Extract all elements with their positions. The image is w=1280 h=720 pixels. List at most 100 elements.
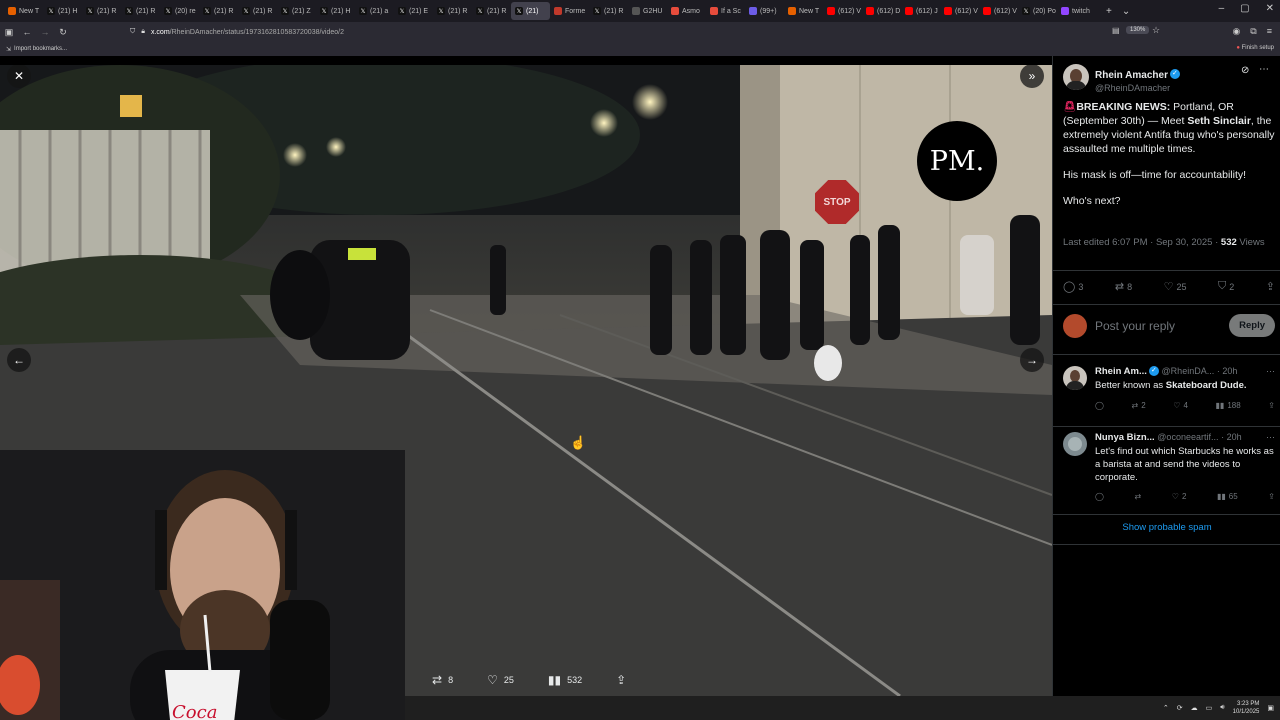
browser-tab[interactable]: New T [4,2,43,20]
reply-time[interactable]: · 20h [1221,432,1242,442]
close-window-button[interactable]: ✕ [1266,3,1274,14]
browser-tab[interactable]: 𝕏 (21) R [472,2,511,20]
browser-tab[interactable]: Asmo [667,2,706,20]
author-handle[interactable]: @RheinDAmacher [1095,83,1180,93]
reply-item[interactable]: Rhein Am... ✓ @RheinDA... · 20h ⋯ Better … [1063,366,1275,422]
reply-share-button[interactable]: ⇪ [1268,492,1275,501]
show-probable-spam-link[interactable]: Show probable spam [1053,522,1280,533]
finish-setup-button[interactable]: ● Finish setup [1236,45,1274,51]
back-button[interactable]: ← [18,27,36,37]
reply-action[interactable]: ◯ 3 [1063,280,1083,293]
browser-tab[interactable]: 𝕏 (21) R [199,2,238,20]
browser-tab[interactable]: 𝕏 (21) R [238,2,277,20]
author-name[interactable]: Rhein Amacher [1095,70,1168,81]
browser-tab[interactable]: 𝕏 (20) Po [1018,2,1057,20]
author-avatar[interactable] [1063,64,1089,90]
browser-tab[interactable]: (612) J [901,2,940,20]
browser-tab[interactable]: (612) V [979,2,1018,20]
reply-like-button[interactable]: ♡ 2 [1172,492,1187,501]
collapse-panel-button[interactable]: » [1020,65,1044,88]
my-avatar[interactable] [1063,314,1087,338]
browser-tab[interactable]: 𝕏 (20) re [160,2,199,20]
reply-retweet-button[interactable]: ⇄ 2 [1132,401,1146,410]
browser-tab[interactable]: 𝕏 (21) R [433,2,472,20]
next-media-button[interactable]: → [1020,348,1044,372]
retweet-button[interactable]: ⇄ 8 [432,673,453,687]
account-icon[interactable]: ◉ [1232,26,1240,37]
menu-icon[interactable]: ≡ [1267,26,1272,37]
zoom-level[interactable]: 130% [1126,26,1150,34]
browser-tab[interactable]: 𝕏 (21) Z [277,2,316,20]
reply-button[interactable]: Reply [1229,314,1275,337]
browser-tab[interactable]: twitch [1057,2,1096,20]
browser-tab[interactable]: 𝕏 (21) [511,2,550,20]
reply-avatar[interactable] [1063,432,1087,456]
browser-tab[interactable]: If a Sc [706,2,745,20]
more-options-icon[interactable]: ⋯ [1266,366,1275,377]
address-bar[interactable]: ⛉ 🔒︎ x.com/RheinDAmacher/status/19731628… [130,25,1170,39]
tray-chevron-icon[interactable]: ⌃ [1163,704,1169,712]
tray-sync-icon[interactable]: ⟳ [1177,704,1183,712]
tracking-shield-icon[interactable]: ⛉ [130,28,135,36]
previous-media-button[interactable]: ← [7,348,31,372]
browser-tab[interactable]: 𝕏 (21) H [316,2,355,20]
sidebar-toggle-icon[interactable]: ▣ [0,27,18,38]
browser-tab[interactable]: (612) V [940,2,979,20]
browser-tab[interactable]: 𝕏 (21) R [121,2,160,20]
browser-tab[interactable]: G2HU [628,2,667,20]
reply-author-handle[interactable]: @oconeeartif... [1157,432,1218,442]
browser-tab[interactable]: Forme [550,2,589,20]
browser-tab[interactable]: 𝕏 (21) R [589,2,628,20]
reply-views-button[interactable]: ▮▮ 65 [1217,492,1238,501]
import-bookmarks-link[interactable]: Import bookmarks... [14,46,67,52]
notifications-icon[interactable]: ▣ [1267,704,1274,712]
reload-button[interactable]: ↻ [54,27,72,38]
browser-tab[interactable]: (612) V [823,2,862,20]
reply-retweet-button[interactable]: ⇄ [1135,492,1142,501]
share-action[interactable]: ⇪ [1266,280,1275,293]
close-media-button[interactable]: ✕ [7,65,31,88]
maximize-button[interactable]: ▢ [1240,3,1249,14]
reply-reply-button[interactable]: ◯ [1095,492,1104,501]
reply-author-name[interactable]: Nunya Bizn... [1095,432,1155,443]
grok-icon[interactable]: ⊘ [1241,65,1249,76]
reply-like-button[interactable]: ♡ 4 [1173,401,1188,410]
reply-author-name[interactable]: Rhein Am... [1095,366,1147,377]
bookmark-star-icon[interactable]: ☆ [1152,25,1160,36]
more-options-icon[interactable]: ⋯ [1266,432,1275,443]
like-button[interactable]: ♡ 25 [487,673,514,687]
browser-tab[interactable]: 𝕏 (21) R [82,2,121,20]
like-action[interactable]: ♡ 25 [1164,280,1187,293]
views-button[interactable]: ▮▮ 532 [548,673,582,687]
lock-icon[interactable]: 🔒︎ [141,28,145,36]
reply-input[interactable]: Post your reply [1095,319,1175,333]
browser-tab[interactable]: 𝕏 (21) a [355,2,394,20]
system-clock[interactable]: 3:23 PM 10/1/2025 [1233,700,1260,716]
reply-avatar[interactable] [1063,366,1087,390]
browser-tab[interactable]: 𝕏 (21) H [43,2,82,20]
reader-view-icon[interactable]: ▤ [1112,26,1120,35]
browser-tab[interactable]: (99+) [745,2,784,20]
bookmark-action[interactable]: ⛉ 2 [1218,280,1234,293]
browser-tab[interactable]: New T [784,2,823,20]
reply-author-handle[interactable]: @RheinDA... [1162,366,1215,376]
extensions-icon[interactable]: ⧉ [1250,26,1256,37]
forward-button[interactable]: → [36,27,54,37]
browser-tab[interactable]: (612) D [862,2,901,20]
new-tab-button[interactable]: + [1106,6,1112,17]
edit-timestamp[interactable]: Last edited 6:07 PM · Sep 30, 2025 · [1063,237,1221,248]
share-button[interactable]: ⇪ [616,673,626,687]
reply-reply-button[interactable]: ◯ [1095,401,1104,410]
tray-volume-icon[interactable]: 🔊︎ [1220,704,1224,712]
reply-item[interactable]: Nunya Bizn... @oconeeartif... · 20h ⋯ Le… [1063,432,1275,508]
tray-cloud-icon[interactable]: ☁ [1191,704,1198,712]
tab-list-dropdown-icon[interactable]: ⌄ [1122,6,1130,17]
tray-network-icon[interactable]: ▭ [1206,704,1213,712]
minimize-button[interactable]: – [1219,3,1225,14]
reply-share-button[interactable]: ⇪ [1268,401,1275,410]
browser-tab[interactable]: 𝕏 (21) E [394,2,433,20]
retweet-action[interactable]: ⇄ 8 [1115,280,1132,293]
reply-views-button[interactable]: ▮▮ 188 [1216,401,1241,410]
reply-time[interactable]: · 20h [1217,366,1238,376]
more-options-icon[interactable]: ⋯ [1259,64,1269,75]
